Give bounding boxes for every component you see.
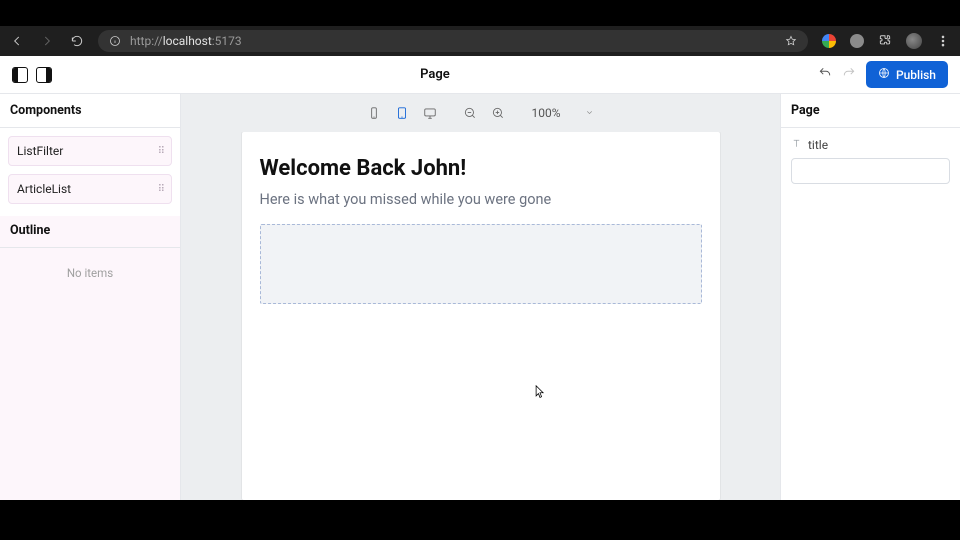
back-icon[interactable] [10,34,24,48]
redo-icon[interactable] [842,65,856,84]
kebab-menu-icon[interactable] [936,34,950,48]
outline-empty-state: No items [0,248,180,500]
publish-label: Publish [896,68,936,82]
title-input[interactable] [791,158,950,184]
text-type-icon [791,138,802,152]
device-mobile-icon[interactable] [367,106,381,120]
components-list: ListFilter ⠿ ArticleList ⠿ [0,128,180,212]
components-header: Components [0,94,180,128]
device-desktop-icon[interactable] [423,106,437,120]
extension-icon[interactable] [850,34,864,48]
component-item-articlelist[interactable]: ArticleList ⠿ [8,174,172,204]
page-canvas[interactable]: Welcome Back John! Here is what you miss… [242,132,720,500]
url-prefix: http:// [130,34,163,48]
component-label: ListFilter [17,144,63,158]
properties-header: Page [781,94,960,128]
prop-label-row: title [791,138,950,152]
outline-empty-text: No items [67,266,113,500]
browser-chrome: http://localhost:5173 [0,0,960,56]
zoom-select[interactable]: 100% [531,106,593,120]
chevron-down-icon [585,106,594,120]
right-panel: Page title [780,94,960,500]
reload-icon[interactable] [70,34,84,48]
globe-icon [878,67,890,82]
page-heading: Welcome Back John! [260,156,702,181]
app-topbar: Page Publish [0,56,960,94]
address-bar[interactable]: http://localhost:5173 [98,30,808,52]
prop-label: title [808,138,828,152]
component-item-listfilter[interactable]: ListFilter ⠿ [8,136,172,166]
forward-icon[interactable] [40,34,54,48]
app-root: Page Publish Components ListFilter ⠿ Art [0,56,960,500]
device-tablet-icon[interactable] [395,106,409,120]
url-text: http://localhost:5173 [130,34,242,48]
url-port: :5173 [212,34,242,48]
drag-handle-icon[interactable]: ⠿ [158,146,163,157]
star-icon[interactable] [784,34,798,48]
extensions-puzzle-icon[interactable] [878,34,892,48]
url-host: localhost [163,34,212,48]
toggle-left-panel-icon[interactable] [12,67,28,83]
browser-toolbar: http://localhost:5173 [0,26,960,56]
canvas-area: 100% Welcome Back John! Here is what you… [181,94,780,500]
zoom-value: 100% [531,106,560,120]
undo-icon[interactable] [818,65,832,84]
chrome-apps-icon[interactable] [822,34,836,48]
profile-avatar[interactable] [906,33,922,49]
page-name-label: Page [420,67,450,82]
component-label: ArticleList [17,182,71,196]
page-subheading: Here is what you missed while you were g… [260,191,702,208]
browser-tabstrip [0,0,960,26]
canvas-toolbar: 100% [181,94,780,132]
drag-handle-icon[interactable]: ⠿ [158,184,163,195]
left-panel: Components ListFilter ⠿ ArticleList ⠿ Ou… [0,94,181,500]
zoom-out-icon[interactable] [463,106,477,120]
toggle-right-panel-icon[interactable] [36,67,52,83]
info-icon [108,34,122,48]
outline-header: Outline [0,214,180,248]
letterbox-bottom [0,500,960,540]
zoom-in-icon[interactable] [491,106,505,120]
publish-button[interactable]: Publish [866,61,948,88]
slot-dropzone[interactable] [260,224,702,304]
